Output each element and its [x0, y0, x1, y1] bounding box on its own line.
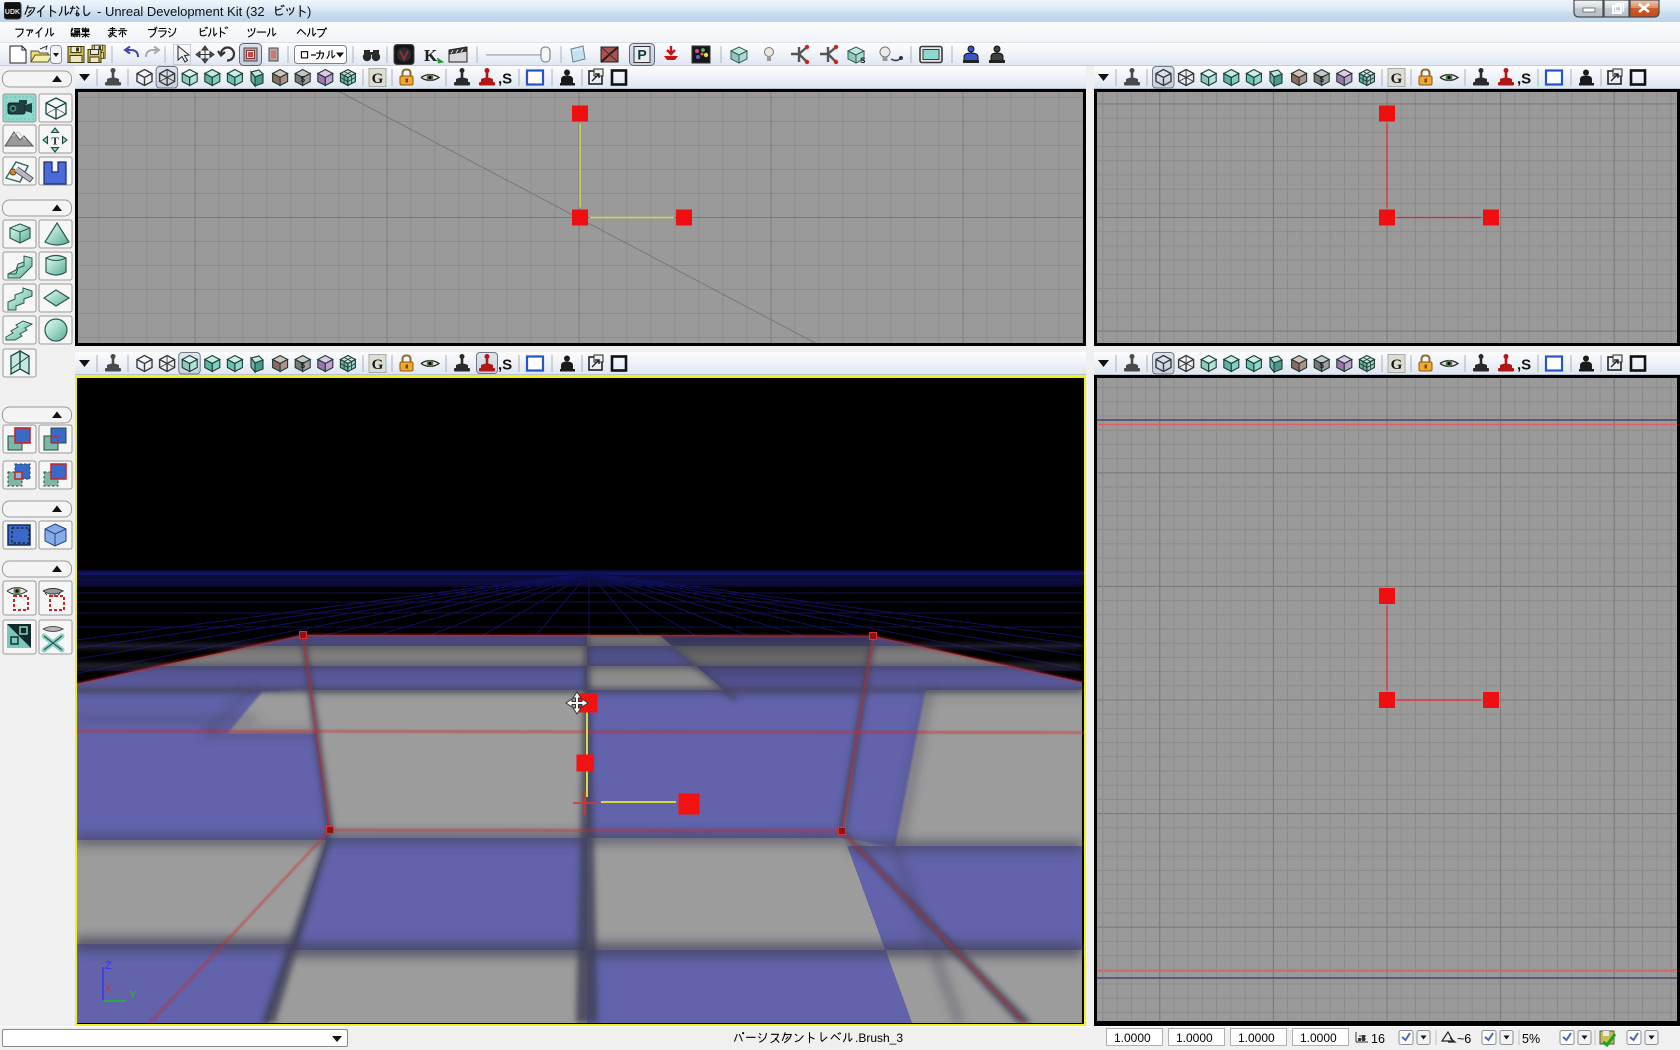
svg-text:- Unreal Development Kit (32: - Unreal Development Kit (32 [97, 4, 265, 19]
svg-text:G: G [372, 357, 384, 373]
svg-text:$: $ [300, 361, 305, 370]
svg-text:$: $ [300, 75, 305, 84]
svg-text:s: s [860, 55, 866, 66]
svg-text:T: T [51, 136, 59, 148]
svg-text:G: G [1391, 357, 1403, 373]
svg-text:16: 16 [1371, 1032, 1385, 1046]
svg-text:,S: ,S [1517, 357, 1531, 374]
svg-text:5%: 5% [1522, 1032, 1540, 1046]
svg-text:,S: ,S [1517, 71, 1531, 88]
svg-text:G: G [372, 71, 384, 87]
svg-text:X: X [105, 983, 111, 993]
svg-text:~6: ~6 [1457, 1032, 1471, 1046]
svg-text:,S: ,S [498, 71, 512, 88]
svg-text:K: K [424, 46, 438, 65]
svg-text:Y: Y [129, 989, 137, 1001]
svg-text:Z: Z [105, 960, 112, 972]
svg-text:G: G [1391, 71, 1403, 87]
svg-text:.Brush_3: .Brush_3 [855, 1031, 903, 1045]
svg-text:P: P [637, 47, 646, 63]
svg-text:$: $ [1319, 361, 1324, 370]
svg-text:$: $ [1319, 75, 1324, 84]
svg-text:): ) [307, 4, 311, 19]
svg-text:,S: ,S [498, 357, 512, 374]
